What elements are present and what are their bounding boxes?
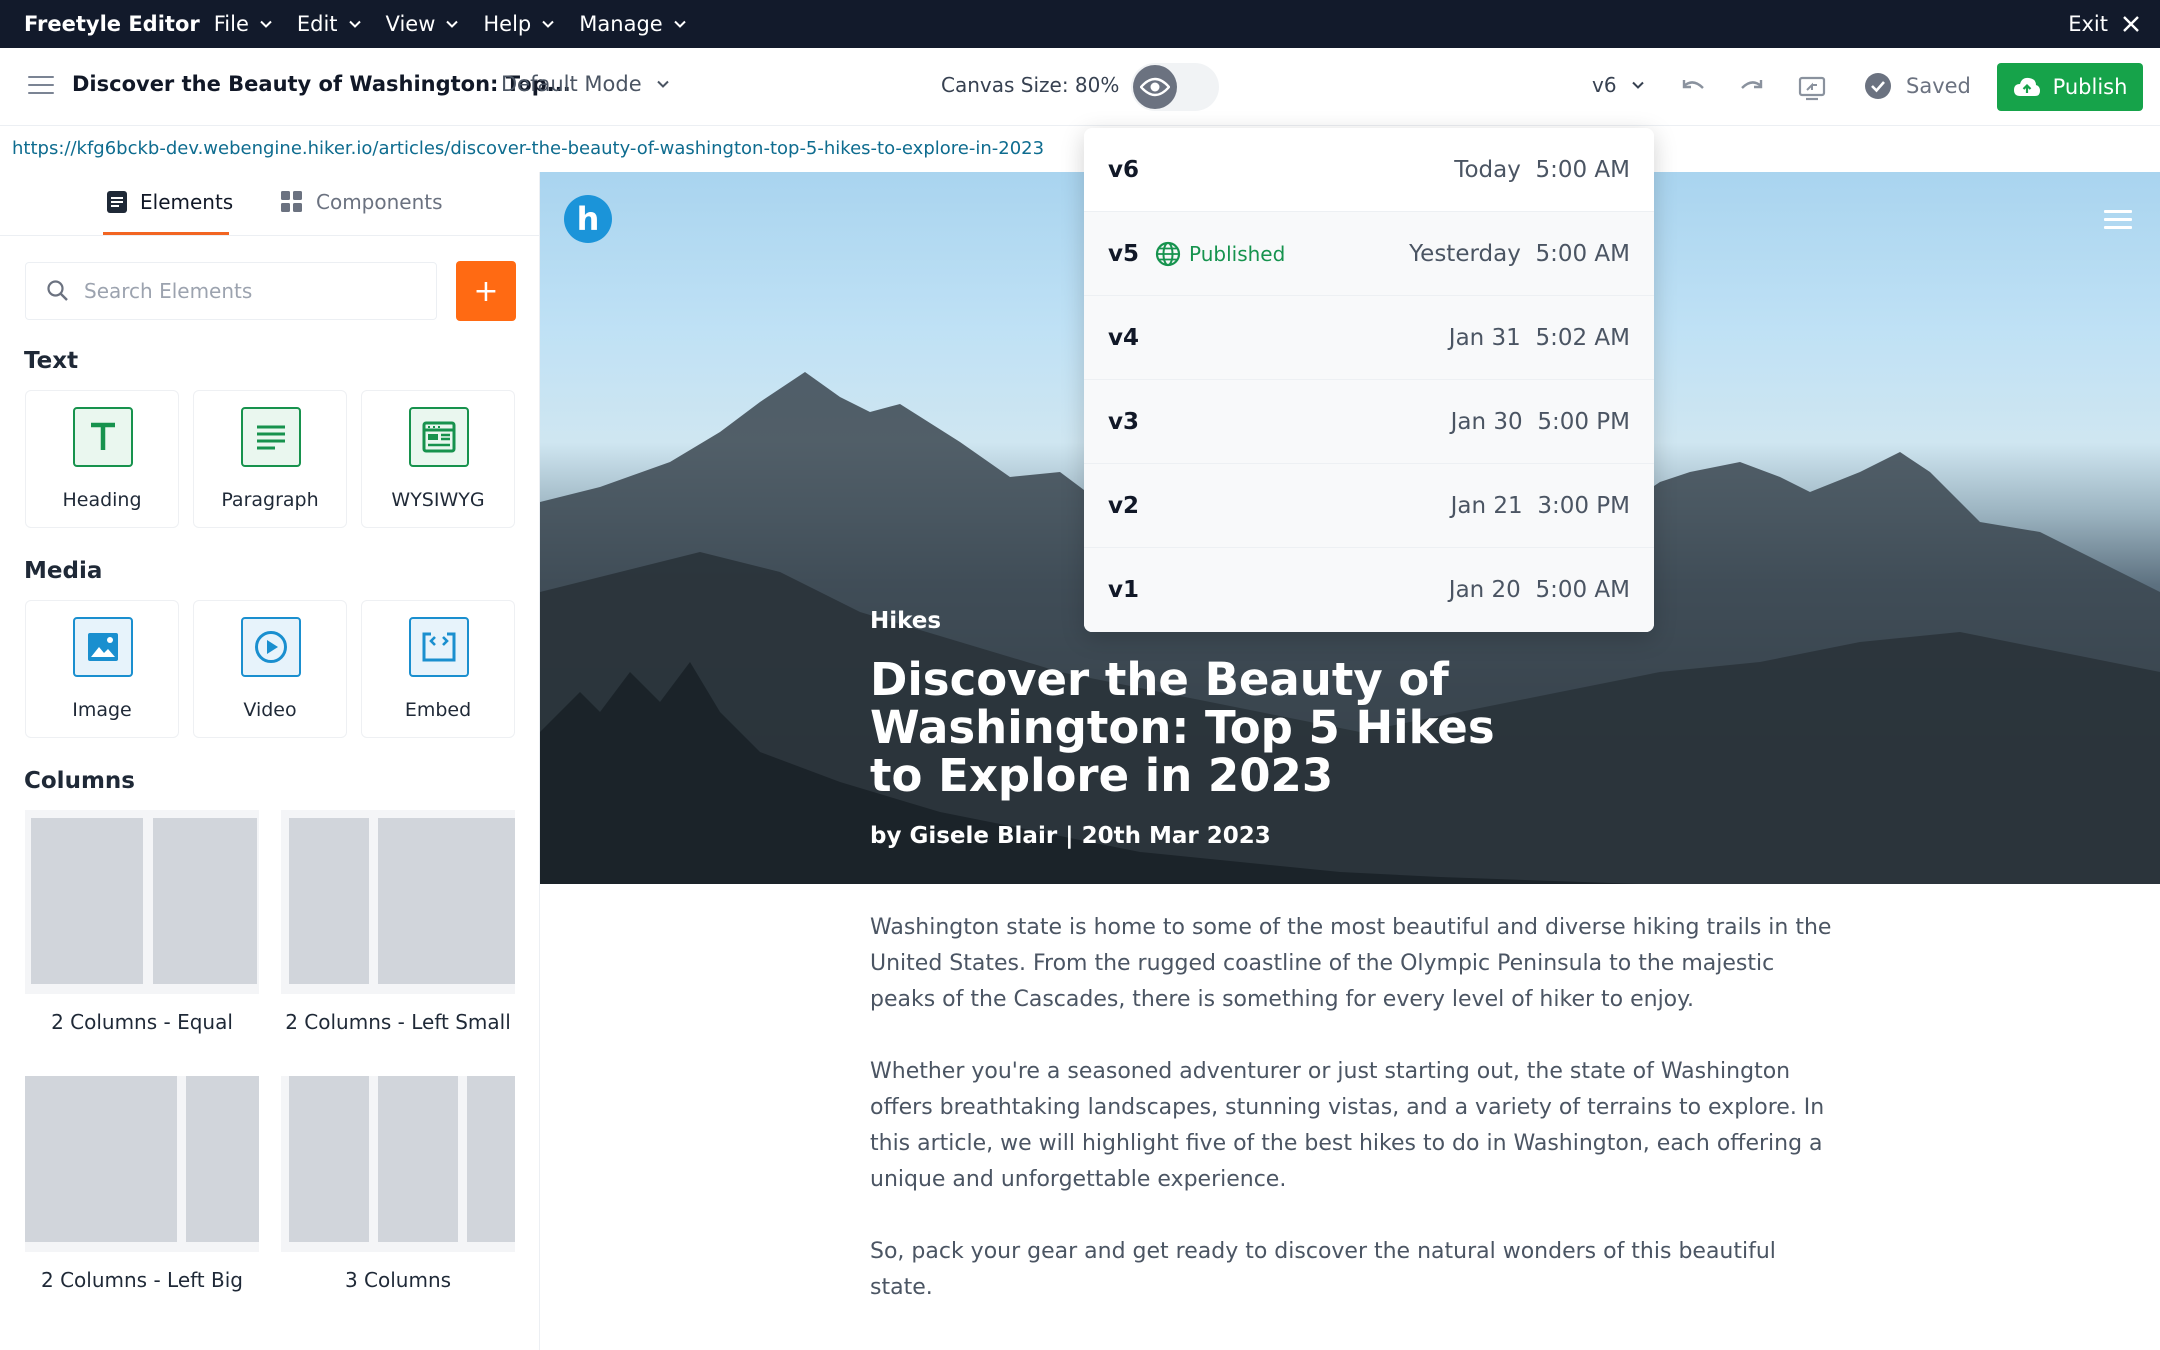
eye-icon (1133, 65, 1177, 109)
column-3[interactable]: 3 Columns (281, 1076, 515, 1308)
version-date: Yesterday 5:00 AM (1409, 240, 1630, 267)
article-paragraph: So, pack your gear and get ready to disc… (870, 1239, 1776, 1300)
site-menu-icon[interactable] (2104, 210, 2132, 230)
mode-selector[interactable]: Default Mode (501, 72, 670, 96)
chevron-down-icon (542, 20, 554, 28)
search-box (25, 262, 437, 320)
version-item-v6[interactable]: v6 Today 5:00 AM (1084, 128, 1654, 212)
column-block (467, 1076, 515, 1242)
document-icon (107, 191, 127, 213)
article-byline: by Gisele Blair | 20th Mar 2023 (870, 823, 1271, 849)
article-category: Hikes (870, 608, 942, 634)
element-video[interactable]: Video (193, 600, 347, 738)
column-block (289, 1076, 369, 1242)
menu-bar: Freetyle Editor File Edit View Help Mana… (0, 0, 2160, 48)
wysiwyg-icon (409, 407, 469, 467)
tab-components[interactable]: Components (280, 190, 443, 214)
column-block (378, 1076, 458, 1242)
article-title: Discover the Beauty of Washington: Top 5… (870, 653, 1495, 802)
site-logo[interactable]: h (564, 195, 612, 243)
version-item-v1[interactable]: v1 Jan 20 5:00 AM (1084, 548, 1654, 632)
search-elements-input[interactable] (84, 279, 404, 303)
hamburger-menu-icon[interactable] (28, 76, 54, 96)
column-2-equal[interactable]: 2 Columns - Equal (25, 810, 259, 1050)
menu-file[interactable]: File (214, 12, 273, 36)
chevron-down-icon (348, 20, 361, 28)
published-badge: Published (1155, 241, 1285, 267)
publish-button[interactable]: Publish (1997, 63, 2143, 111)
grid-icon (281, 191, 302, 212)
text-heading-icon (73, 407, 133, 467)
article-paragraph: Washington state is home to some of the … (870, 915, 1832, 1012)
version-date: Jan 30 5:00 PM (1450, 408, 1630, 435)
column-block (186, 1076, 259, 1242)
page-url-bar: https://kfg6bckb-dev.webengine.hiker.io/… (0, 126, 2160, 172)
canvas-size-label: Canvas Size: 80% (941, 73, 1120, 97)
element-wysiwyg[interactable]: WYSIWYG (361, 390, 515, 528)
version-item-v4[interactable]: v4 Jan 31 5:02 AM (1084, 296, 1654, 380)
column-2-left-small[interactable]: 2 Columns - Left Small (281, 810, 515, 1050)
app-brand: Freetyle Editor (24, 12, 200, 36)
version-item-v2[interactable]: v2 Jan 21 3:00 PM (1084, 464, 1654, 548)
globe-icon (1155, 241, 1181, 266)
embed-code-icon (409, 617, 469, 677)
element-heading[interactable]: Heading (25, 390, 179, 528)
version-date: Jan 21 3:00 PM (1450, 492, 1630, 519)
column-2-left-big[interactable]: 2 Columns - Left Big (25, 1076, 259, 1308)
section-title-text: Text (24, 348, 79, 374)
chevron-down-icon (1631, 81, 1644, 89)
version-item-v5[interactable]: v5 Published Yesterday 5:00 AM (1084, 212, 1654, 296)
paragraph-icon (241, 407, 301, 467)
screen-preview-icon[interactable] (1797, 73, 1827, 103)
search-icon (47, 280, 68, 301)
sidebar-tabs: Elements Components (0, 172, 539, 236)
element-embed[interactable]: Embed (361, 600, 515, 738)
tab-elements[interactable]: Elements (106, 190, 233, 214)
close-icon (2123, 16, 2139, 32)
element-image[interactable]: Image (25, 600, 179, 738)
version-selector[interactable]: v6 (1592, 73, 1645, 97)
element-paragraph[interactable]: Paragraph (193, 390, 347, 528)
column-block (25, 1076, 177, 1242)
menu-edit[interactable]: Edit (297, 12, 362, 36)
column-block (289, 818, 369, 984)
column-block (153, 818, 257, 984)
active-tab-indicator (103, 232, 229, 235)
article-body: Washington state is home to some of the … (540, 884, 2160, 1350)
check-circle-icon (1865, 73, 1891, 99)
saved-status: Saved (1864, 72, 1971, 100)
version-date: Today 5:00 AM (1454, 156, 1630, 183)
column-block (31, 818, 143, 984)
chevron-down-icon (656, 80, 669, 88)
add-element-button[interactable]: + (456, 261, 516, 321)
article-paragraph: Whether you're a seasoned adventurer or … (870, 1059, 1825, 1192)
cloud-upload-icon (2013, 77, 2040, 96)
chevron-down-icon (673, 20, 686, 28)
column-block (378, 818, 515, 984)
menu-help[interactable]: Help (483, 12, 555, 36)
version-item-v3[interactable]: v3 Jan 30 5:00 PM (1084, 380, 1654, 464)
document-title: Discover the Beauty of Washington: Top..… (72, 72, 571, 96)
redo-icon[interactable] (1737, 73, 1767, 103)
version-history-dropdown: v6 Today 5:00 AM v5 Published Yesterday … (1084, 128, 1654, 632)
section-title-media: Media (24, 558, 103, 584)
image-icon (73, 617, 133, 677)
exit-button[interactable]: Exit (2068, 0, 2140, 48)
chevron-down-icon (446, 20, 459, 28)
section-title-columns: Columns (24, 768, 135, 794)
chevron-down-icon (260, 20, 272, 28)
editor-toolbar: Discover the Beauty of Washington: Top..… (0, 48, 2160, 126)
version-date: Jan 31 5:02 AM (1448, 324, 1630, 351)
elements-sidebar: Elements Components + Text Heading Parag… (0, 172, 540, 1350)
version-date: Jan 20 5:00 AM (1448, 577, 1630, 603)
page-url-link[interactable]: https://kfg6bckb-dev.webengine.hiker.io/… (12, 138, 1044, 159)
preview-toggle[interactable] (1131, 63, 1219, 111)
undo-icon[interactable] (1678, 73, 1708, 103)
menu-view[interactable]: View (386, 12, 460, 36)
play-circle-icon (241, 617, 301, 677)
menu-manage[interactable]: Manage (579, 12, 686, 36)
